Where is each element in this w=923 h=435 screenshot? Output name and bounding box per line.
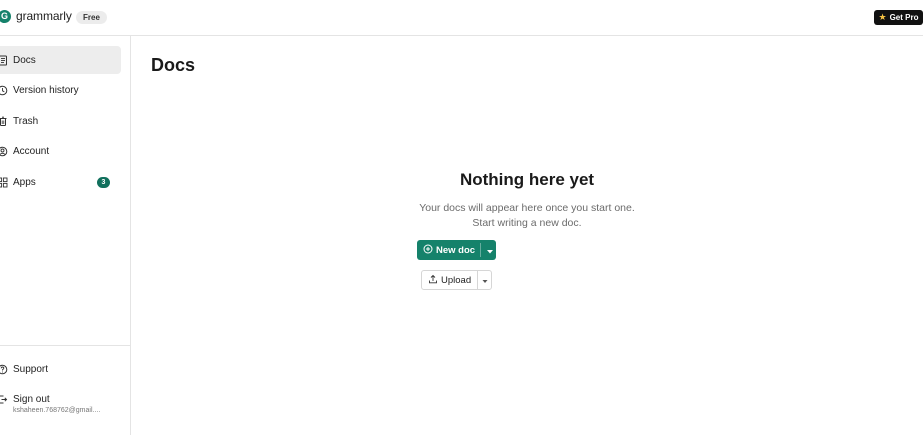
account-email: kshaheen.768762@gmail....: [13, 407, 101, 414]
upload-main[interactable]: Upload: [422, 271, 471, 289]
document-icon: [0, 55, 8, 66]
apps-icon: [0, 177, 8, 188]
signout-icon: [0, 394, 8, 405]
get-pro-button[interactable]: ★ Get Pro: [874, 10, 923, 25]
empty-state-line-1: Your docs will appear here once you star…: [419, 202, 635, 214]
plan-badge: Free: [76, 11, 107, 24]
new-doc-dropdown[interactable]: [483, 240, 496, 260]
plus-circle-icon: [423, 244, 433, 257]
sidebar-item-label: Account: [13, 145, 50, 157]
history-icon: [0, 85, 8, 96]
sidebar-item-label: Apps: [13, 176, 36, 188]
sidebar-item-label: Trash: [13, 115, 39, 127]
chevron-down-icon: [482, 271, 488, 289]
sidebar-item-apps[interactable]: Apps 3: [0, 168, 121, 196]
get-pro-label: Get Pro: [889, 13, 919, 22]
help-icon: [0, 364, 8, 375]
empty-state-line-2: Start writing a new doc.: [472, 217, 582, 229]
empty-state-title: Nothing here yet: [459, 170, 595, 189]
chevron-down-icon: [486, 241, 493, 259]
sidebar-item-version-history[interactable]: Version history: [0, 76, 121, 104]
new-doc-main[interactable]: New doc: [417, 240, 475, 260]
new-doc-label: New doc: [436, 244, 476, 256]
grammarly-logo[interactable]: G grammarly: [0, 9, 72, 23]
sidebar-item-support[interactable]: Support: [0, 355, 121, 383]
upload-dropdown[interactable]: [478, 271, 492, 289]
new-doc-button[interactable]: New doc: [417, 240, 496, 260]
upload-button[interactable]: Upload: [421, 270, 492, 290]
sidebar-item-trash[interactable]: Trash: [0, 107, 121, 135]
trash-icon: [0, 116, 8, 127]
grammarly-logo-icon: G: [0, 9, 11, 23]
sidebar: Docs Version history Trash Account Apps …: [0, 36, 131, 435]
sidebar-item-label: Support: [13, 363, 49, 375]
sidebar-item-label: Version history: [13, 84, 79, 96]
sidebar-divider: [0, 345, 130, 346]
top-bar: G grammarly Free ★ Get Pro: [0, 0, 923, 36]
sidebar-item-label: Docs: [13, 54, 36, 66]
sidebar-item-docs[interactable]: Docs: [0, 46, 121, 74]
logo-text: grammarly: [16, 9, 72, 23]
apps-count-badge: 3: [97, 176, 110, 188]
upload-label: Upload: [441, 274, 472, 286]
sidebar-item-label: Sign out: [13, 393, 50, 405]
sidebar-item-account[interactable]: Account: [0, 137, 121, 165]
page-title: Docs: [151, 55, 196, 75]
account-icon: [0, 146, 8, 157]
upload-icon: [428, 274, 438, 287]
star-icon: ★: [878, 12, 887, 22]
new-doc-separator: [480, 243, 481, 257]
